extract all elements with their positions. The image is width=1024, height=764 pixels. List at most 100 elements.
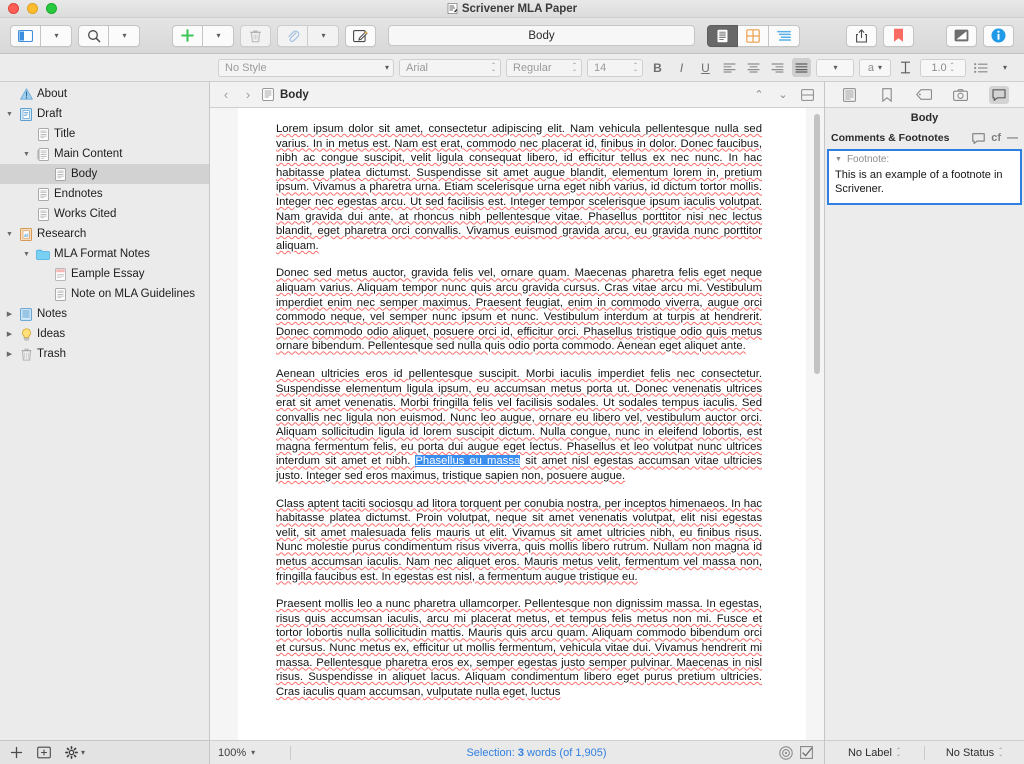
paragraph-text: Aenean ultricies eros id pellentesque su… [276,368,762,468]
bookmark-button[interactable] [883,25,914,47]
binder-item-mla-format-notes[interactable]: ▼MLA Format Notes [0,244,209,264]
search-button[interactable] [78,25,109,47]
project-targets-button[interactable] [776,746,796,760]
composition-mode-button[interactable] [946,25,977,47]
align-center-button[interactable] [744,58,763,77]
align-justify-button[interactable] [792,58,811,77]
window-title-group: Scrivener MLA Paper [0,3,1024,15]
binder-list[interactable]: About▼DraftTitle▼Main ContentBodyEndnote… [0,82,209,740]
list-dropdown[interactable]: ▾ [995,58,1014,77]
comments-footnotes-list[interactable]: ▼ Footnote: This is an example of a foot… [825,149,1024,740]
label-select[interactable]: No Label ⌃⌄ [825,747,924,759]
chevron-down-icon[interactable]: ▼ [4,111,15,118]
style-select[interactable]: No Style ▾ [218,59,394,77]
check-progress-button[interactable] [796,746,816,759]
trash-button[interactable] [240,25,271,47]
chevron-right-icon[interactable]: ▶ [4,330,15,338]
search-dropdown[interactable]: ▾ [109,25,140,47]
comments-icon[interactable] [989,86,1009,104]
document-icon [36,208,50,221]
lightbulb-icon [19,328,33,341]
binder-item-main-content[interactable]: ▼Main Content [0,144,209,164]
list-button[interactable] [971,58,990,77]
document-icon [36,188,50,201]
collapse-all-button[interactable]: — [1007,132,1018,144]
footnote-text[interactable]: This is an example of a footnote in Scri… [835,168,1014,196]
bold-button[interactable]: B [648,58,667,77]
binder-item-title[interactable]: Title [0,124,209,144]
view-layout-dropdown[interactable]: ▾ [41,25,72,47]
document-icon [53,288,67,301]
text-color-picker[interactable]: a ▾ [859,59,891,77]
underline-button[interactable]: U [696,58,715,77]
compose-button[interactable] [345,25,376,47]
document-icon [53,168,67,181]
selected-link[interactable]: Phasellus eu massa [415,455,520,467]
pdf-icon [53,268,67,281]
binder-item-trash[interactable]: ▶Trash [0,344,209,364]
add-folder-button[interactable] [37,746,51,759]
document-page[interactable]: Lorem ipsum dolor sit amet, consectetur … [238,108,806,740]
binder-item-endnotes[interactable]: Endnotes [0,184,209,204]
binder-item-ideas[interactable]: ▶Ideas [0,324,209,344]
binder-item-eample-essay[interactable]: Eample Essay [0,264,209,284]
add-footnote-button[interactable]: cf [991,132,1001,144]
binder-item-note-on-mla-guidelines[interactable]: Note on MLA Guidelines [0,284,209,304]
zoom-select[interactable]: 100% ▾ [218,747,284,759]
attach-dropdown[interactable]: ▾ [308,25,339,47]
chevron-down-icon[interactable]: ▼ [21,151,32,158]
metadata-icon[interactable] [915,89,933,100]
line-spacing-select[interactable]: 1.0 ⌃⌄ [920,59,966,77]
chevron-down-icon[interactable]: ▼ [4,231,15,238]
snapshots-icon[interactable] [952,89,970,101]
share-button[interactable] [846,25,877,47]
binder-item-research[interactable]: ▼Research [0,224,209,244]
font-weight-select[interactable]: Regular ⌃⌄ [506,59,582,77]
align-left-button[interactable] [720,58,739,77]
binder-item-draft[interactable]: ▼Draft [0,104,209,124]
align-right-button[interactable] [768,58,787,77]
italic-button[interactable]: I [672,58,691,77]
font-size-select[interactable]: 14 ⌃⌄ [587,59,643,77]
label-value: No Label [848,747,892,759]
inspector-section-header: Comments & Footnotes cf — [825,127,1024,149]
binder-item-body[interactable]: Body [0,164,209,184]
previous-document-button[interactable]: ⌃ [750,88,768,101]
inspector-button[interactable] [983,25,1014,47]
forward-button[interactable]: › [240,87,256,102]
attach-button[interactable] [277,25,308,47]
add-comment-button[interactable] [972,133,985,144]
add-button[interactable] [172,25,203,47]
editor-scrollbar[interactable] [814,114,820,374]
binder-item-notes[interactable]: ▶Notes [0,304,209,324]
add-dropdown[interactable]: ▾ [203,25,234,47]
outliner-view-button[interactable] [769,25,800,47]
blue-folder-icon [36,249,50,260]
font-family-select[interactable]: Arial ⌃⌄ [399,59,501,77]
corkboard-view-button[interactable] [738,25,769,47]
bookmarks-icon[interactable] [878,88,896,102]
document-title-field[interactable]: Body [388,25,695,46]
binder-item-about[interactable]: About [0,84,209,104]
document-icon [36,128,50,141]
settings-button[interactable]: ▾ [65,746,85,759]
font-size-value: 14 [594,62,606,74]
binder-item-works-cited[interactable]: Works Cited [0,204,209,224]
chevron-down-icon[interactable]: ▼ [835,156,842,163]
split-editor-button[interactable] [798,89,816,101]
status-select[interactable]: No Status ⌃⌄ [925,747,1024,759]
back-button[interactable]: ‹ [218,87,234,102]
highlight-color-picker[interactable]: ▾ [816,59,854,77]
footnote-card[interactable]: ▼ Footnote: This is an example of a foot… [827,149,1022,205]
editor-header: ‹ › Body ⌃ ⌄ [210,82,824,108]
notes-icon[interactable] [841,88,859,102]
view-layout-button[interactable] [10,25,41,47]
document-view-button[interactable] [707,25,738,47]
document-scroll-area[interactable]: Lorem ipsum dolor sit amet, consectetur … [210,108,824,740]
chevron-down-icon[interactable]: ▼ [21,251,32,258]
chevron-right-icon[interactable]: ▶ [4,350,15,358]
zoom-value: 100% [218,747,246,759]
chevron-right-icon[interactable]: ▶ [4,310,15,318]
next-document-button[interactable]: ⌄ [774,88,792,101]
add-item-button[interactable] [10,746,23,759]
